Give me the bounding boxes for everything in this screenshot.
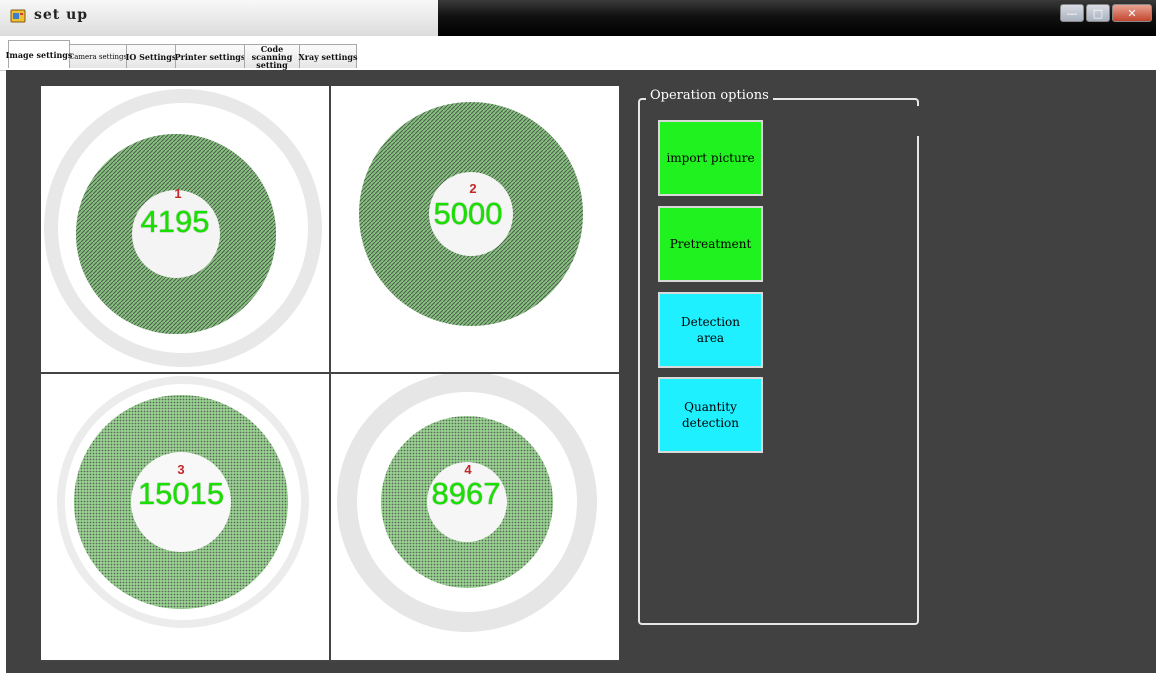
count-label: 8967 [431,476,501,511]
reel-image-4 [337,374,597,632]
window-title: set up [34,7,89,23]
count-label: 4195 [140,204,210,239]
image-index-label: 3 [177,462,185,477]
tab-io-settings[interactable]: IO Settings [126,44,176,68]
image-cell-3[interactable]: 3 15015 [41,374,329,660]
tab-printer-settings[interactable]: Printer settings [175,44,245,68]
app-icon [10,9,26,23]
detection-area-button[interactable]: Detection area [658,292,763,368]
image-index-label: 2 [469,181,477,196]
image-cell-2[interactable]: 2 5000 [331,86,619,372]
close-button[interactable]: ✕ [1112,4,1152,22]
count-label: 5000 [433,196,503,231]
image-grid: 1 4195 2 5000 3 15015 4 8967 [41,86,619,662]
count-label: 15015 [137,476,225,511]
pretreatment-button[interactable]: Pretreatment [658,206,763,282]
window-controls: — □ ✕ [1060,4,1152,22]
image-index-label: 1 [174,186,182,201]
tab-xray-settings[interactable]: Xray settings [299,44,358,68]
title-bar: set up — □ ✕ [0,0,1156,36]
quantity-detection-button[interactable]: Quantity detection [658,377,763,453]
tab-image-settings[interactable]: Image settings [6,40,72,68]
image-cell-1[interactable]: 1 4195 [41,86,329,372]
reel-image-3 [57,376,309,628]
tab-camera-settings[interactable]: Camera settings [69,44,127,68]
minimize-button[interactable]: — [1060,4,1084,22]
operation-options-title: Operation options [646,88,773,103]
import-picture-button[interactable]: import picture [658,120,763,196]
maximize-button[interactable]: □ [1086,4,1110,22]
title-bar-highlight: set up [0,0,438,36]
image-cell-4[interactable]: 4 8967 [331,374,619,660]
group-border-gap [917,106,923,136]
tab-code-scanning-label: Code scanning setting [251,43,293,70]
tab-code-scanning-setting[interactable]: Code scanning setting [244,43,300,70]
settings-tabs: Image settings Camera settings IO Settin… [6,40,358,70]
image-index-label: 4 [464,462,472,477]
